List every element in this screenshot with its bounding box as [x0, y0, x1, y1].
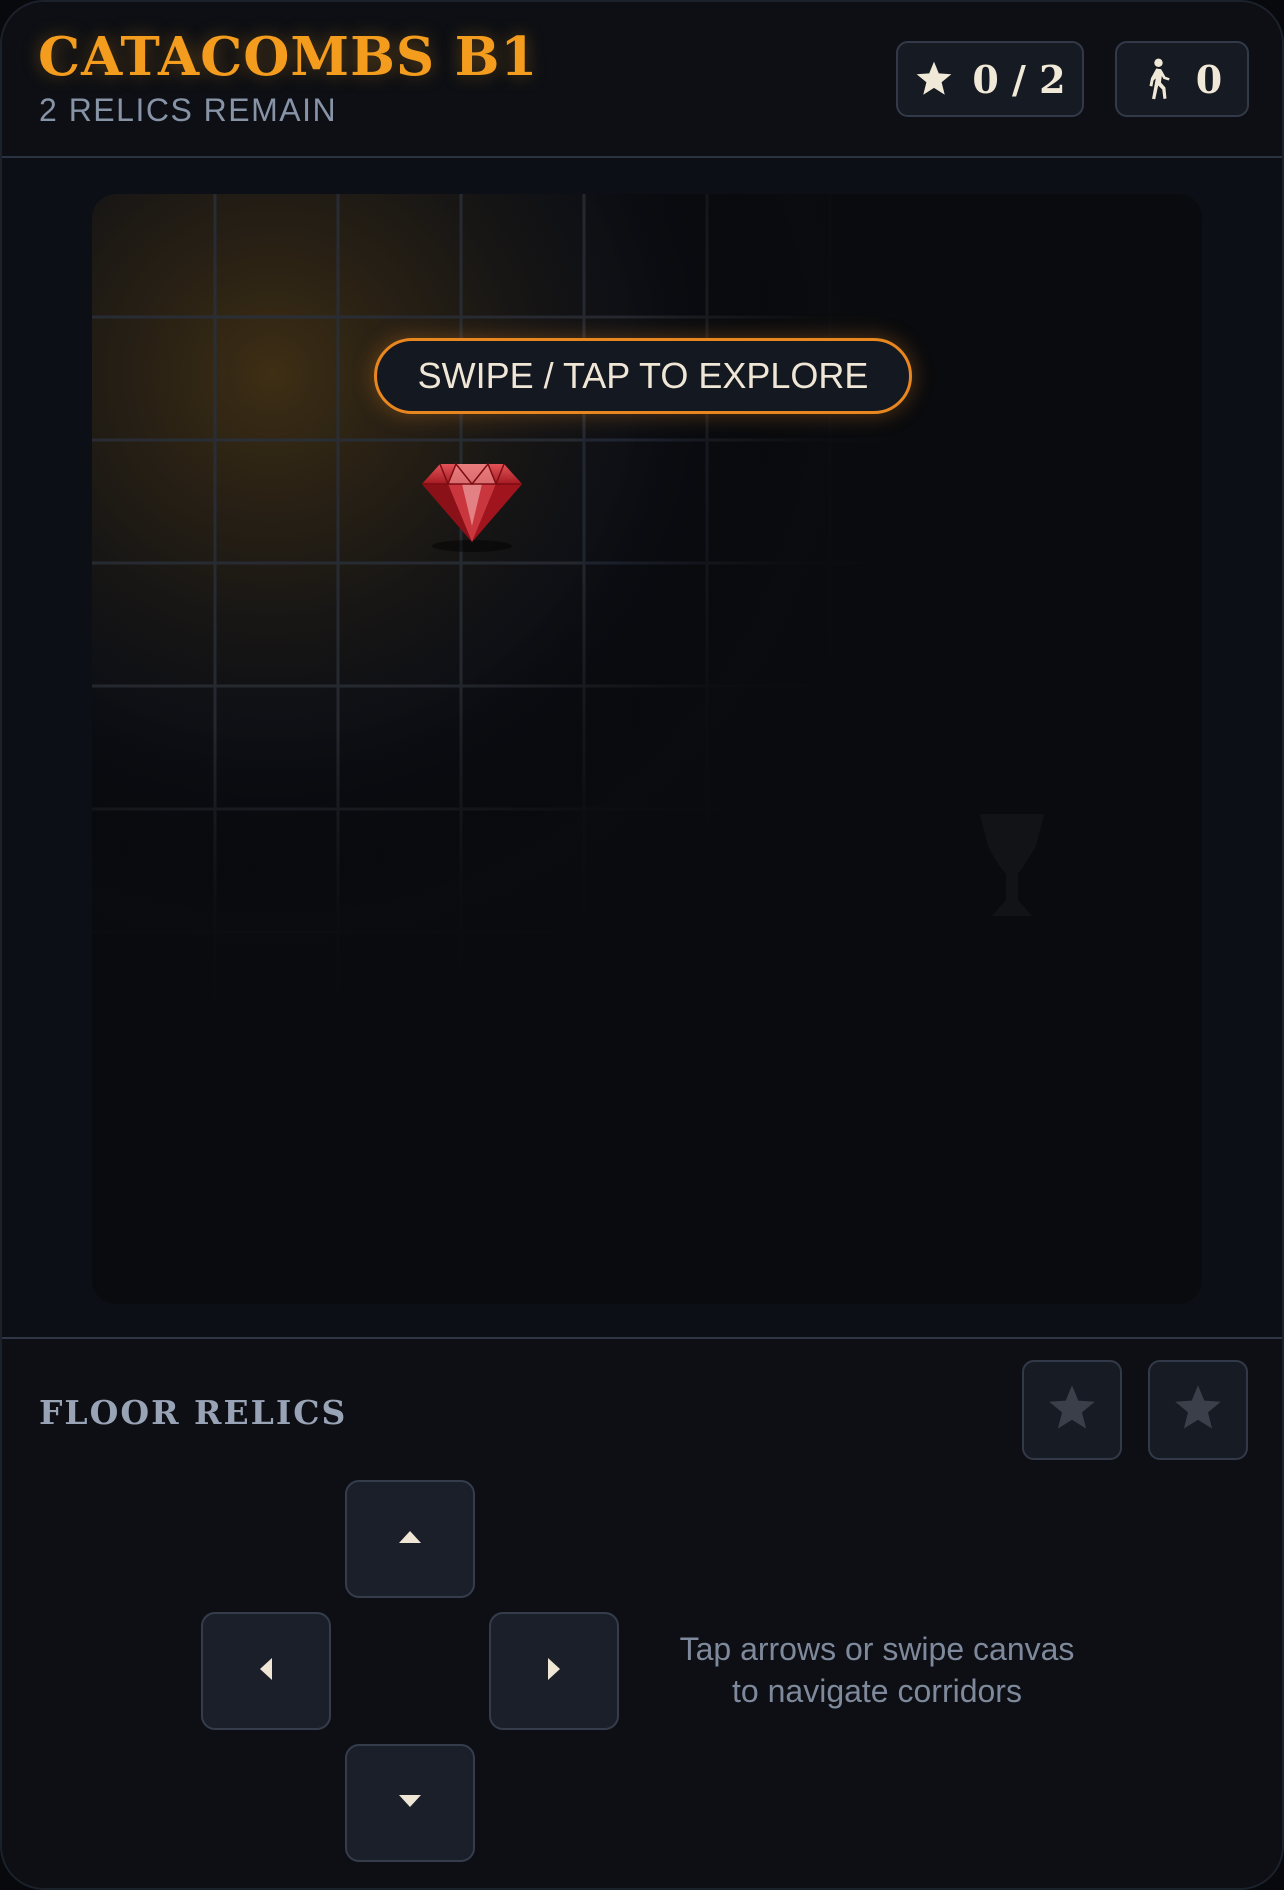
help-line-1: Tap arrows or swipe canvas [679, 1631, 1075, 1667]
star-icon [914, 60, 954, 98]
caret-left-icon [259, 1657, 273, 1686]
explore-hint: SWIPE / TAP TO EXPLORE [374, 338, 912, 414]
move-left-button[interactable] [201, 1612, 331, 1730]
walking-person-icon [1142, 58, 1172, 100]
relics-remaining-text: 2 RELICS REMAIN [39, 92, 338, 128]
relics-panel: FLOOR RELICS Tap arrows or swipe canvas … [2, 1337, 1282, 1888]
caret-right-icon [547, 1657, 561, 1686]
steps-counter: 0 [1115, 41, 1249, 117]
header: CATACOMBS B1 2 RELICS REMAIN 0 / 2 0 [2, 2, 1282, 158]
star-icon [1046, 1383, 1098, 1438]
relic-slot-2 [1148, 1360, 1248, 1460]
help-line-2: to navigate corridors [732, 1673, 1022, 1709]
floor-relics-label: FLOOR RELICS [39, 1393, 348, 1432]
relics-counter: 0 / 2 [896, 41, 1084, 117]
level-title: CATACOMBS B1 [38, 26, 539, 88]
caret-up-icon [398, 1530, 422, 1549]
relics-count-text: 0 / 2 [972, 56, 1066, 102]
play-area: SWIPE / TAP TO EXPLORE [2, 158, 1282, 1337]
steps-count-text: 0 [1195, 56, 1223, 102]
relic-slot-1 [1022, 1360, 1122, 1460]
move-right-button[interactable] [489, 1612, 619, 1730]
move-down-button[interactable] [345, 1744, 475, 1862]
caret-down-icon [398, 1794, 422, 1813]
game-frame: CATACOMBS B1 2 RELICS REMAIN 0 / 2 0 SWI… [0, 0, 1284, 1890]
navigation-help: Tap arrows or swipe canvas to navigate c… [642, 1628, 1112, 1712]
star-icon [1172, 1383, 1224, 1438]
move-up-button[interactable] [345, 1480, 475, 1598]
